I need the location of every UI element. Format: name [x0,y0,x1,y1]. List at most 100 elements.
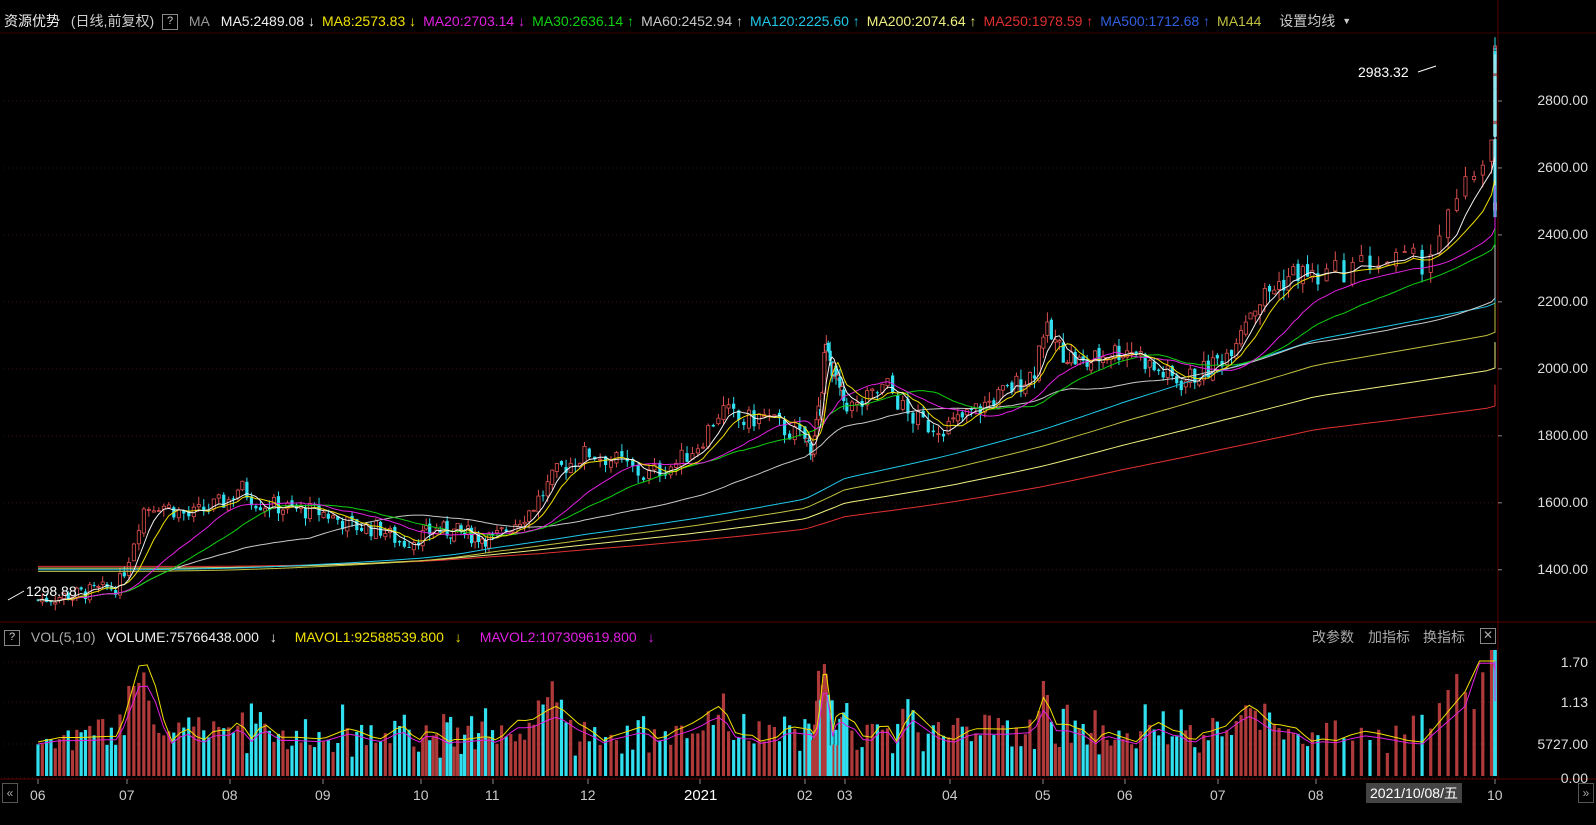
volume-bar [777,741,782,776]
volume-bar [378,740,383,776]
candle-body [131,543,136,562]
volume-bar [336,742,340,776]
candle-body [494,530,499,534]
price-tick-label: 1400.00 [1537,560,1588,577]
volume-bar [1296,733,1300,776]
volume-bar [122,735,126,776]
volume-bar [1053,743,1057,776]
volume-bar [767,724,771,776]
volume-bar [1032,748,1037,776]
volume-bar [559,699,564,776]
candle-body [826,342,830,352]
volume-bar [1301,743,1305,776]
volume-legend: ? VOL(5,10) VOLUME:75766438.000 ↓ MAVOL1… [4,626,669,648]
volume-bar [509,734,513,776]
candle-body [122,572,126,577]
candle-body [550,469,555,485]
candle-body [262,507,267,512]
volume-bar [1325,722,1329,776]
volume-bar [1489,650,1494,776]
add-indicator-button[interactable]: 加指标 [1368,627,1410,647]
mavol1-arrow: ↓ [454,629,462,645]
candle-body [1197,380,1202,386]
candle-body [1089,362,1094,371]
change-params-button[interactable]: 改参数 [1312,627,1354,647]
volume-bar [1368,739,1372,776]
close-icon[interactable]: ✕ [1480,628,1496,644]
ma-label: MA [188,13,210,29]
volume-bar [1316,735,1320,776]
ma-item-8: MA500:1712.68 ↑ [1100,13,1211,29]
volume-bar [480,721,484,776]
candle-body [1161,371,1165,378]
volume-bar [236,725,240,776]
candle-body [373,520,378,539]
volume-bar [57,739,62,776]
candlestick-chart[interactable] [0,0,1596,825]
switch-indicator-button[interactable]: 换指标 [1423,627,1465,647]
candle-body [842,389,846,402]
candle-body [1463,176,1468,197]
volume-bar [711,724,715,776]
volume-bar [620,753,624,776]
volume-bar [62,735,66,776]
volume-bar [412,746,416,776]
volume-bar [573,755,577,776]
volume-bar [625,725,629,776]
volume-bar [45,738,49,776]
x-tick-label: 06 [1117,787,1133,803]
volume-bar [369,725,373,776]
candle-body [716,417,721,425]
volume-bar [1394,725,1398,776]
candle-body [582,446,587,464]
volume-bar [118,714,122,776]
volume-bar [459,753,463,776]
ma8-line [37,66,1496,602]
ma-item-9: MA144 [1217,13,1262,29]
volume-bar [1010,746,1014,776]
volume-bar [442,714,446,776]
candle-body [1032,375,1037,379]
volume-bar [40,744,44,776]
volume-help-button[interactable]: ? [4,630,20,647]
ma-settings-button[interactable]: 设置均线 ▼ [1279,13,1358,29]
volume-bar [1193,747,1197,776]
candle-body [926,420,930,433]
volume-bar [272,741,276,776]
candle-body [176,509,181,519]
volume-bar [1061,708,1065,776]
ma120-line [38,270,1496,571]
volume-bar [685,738,689,776]
scroll-left-icon[interactable]: « [2,783,18,803]
volume-value: VOLUME:75766438.000 ↓ [106,629,283,645]
ma30-line [37,144,1496,602]
volume-indicator-label: VOL(5,10) [30,629,96,645]
candle-body [1253,310,1258,317]
volume-bar [312,747,317,776]
candle-body [126,562,131,576]
x-tick-label: 10 [413,787,429,803]
volume-bar [947,737,951,776]
help-button[interactable]: ? [162,14,178,31]
volume-bar [1446,689,1450,776]
candle-body [1277,281,1282,290]
candle-body [746,409,751,429]
candle-body [636,465,640,476]
candle-body [1120,355,1125,359]
x-tick-label: 07 [119,787,135,803]
volume-bar [1253,710,1257,776]
volume-bar [726,731,731,776]
volume-bar [212,721,216,776]
candle-body [1324,268,1329,282]
volume-bar [1170,736,1174,776]
candle-body [96,586,101,588]
candle-body [695,448,700,454]
candle-body [1350,261,1355,285]
scroll-right-icon[interactable]: » [1578,783,1594,803]
candle-body [782,419,787,436]
ma-legend: 资源优势 (日线,前复权) ? MA MA5:2489.08 ↓ MA8:2573… [4,10,1365,32]
volume-bar [53,748,57,776]
candle-body [1147,360,1152,368]
selected-date: 2021/10/08/五 [1366,783,1462,803]
volume-bar [1125,733,1129,776]
